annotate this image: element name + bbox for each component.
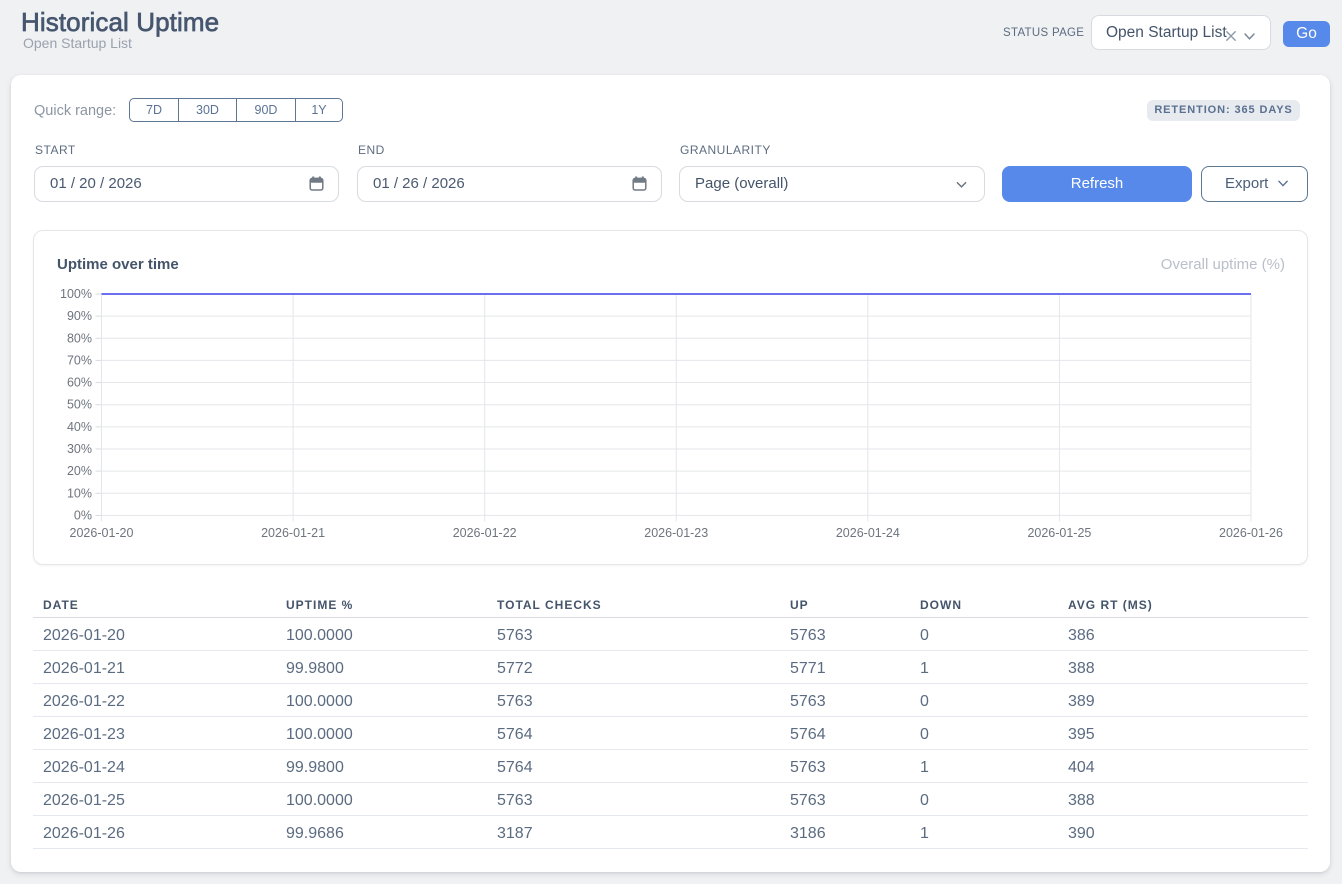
svg-text:80%: 80% — [67, 331, 92, 345]
svg-text:50%: 50% — [67, 398, 92, 412]
svg-text:2026-01-25: 2026-01-25 — [1027, 526, 1091, 540]
svg-text:2026-01-21: 2026-01-21 — [261, 526, 325, 540]
svg-text:2026-01-20: 2026-01-20 — [70, 526, 134, 540]
svg-text:70%: 70% — [67, 353, 92, 367]
svg-text:0%: 0% — [74, 508, 92, 522]
svg-text:10%: 10% — [67, 486, 92, 500]
svg-text:60%: 60% — [67, 376, 92, 390]
svg-text:20%: 20% — [67, 464, 92, 478]
svg-text:30%: 30% — [67, 442, 92, 456]
svg-text:2026-01-23: 2026-01-23 — [644, 526, 708, 540]
svg-text:90%: 90% — [67, 309, 92, 323]
svg-text:40%: 40% — [67, 420, 92, 434]
svg-text:2026-01-24: 2026-01-24 — [836, 526, 900, 540]
svg-text:100%: 100% — [60, 287, 92, 301]
svg-text:2026-01-22: 2026-01-22 — [453, 526, 517, 540]
svg-text:2026-01-26: 2026-01-26 — [1219, 526, 1283, 540]
